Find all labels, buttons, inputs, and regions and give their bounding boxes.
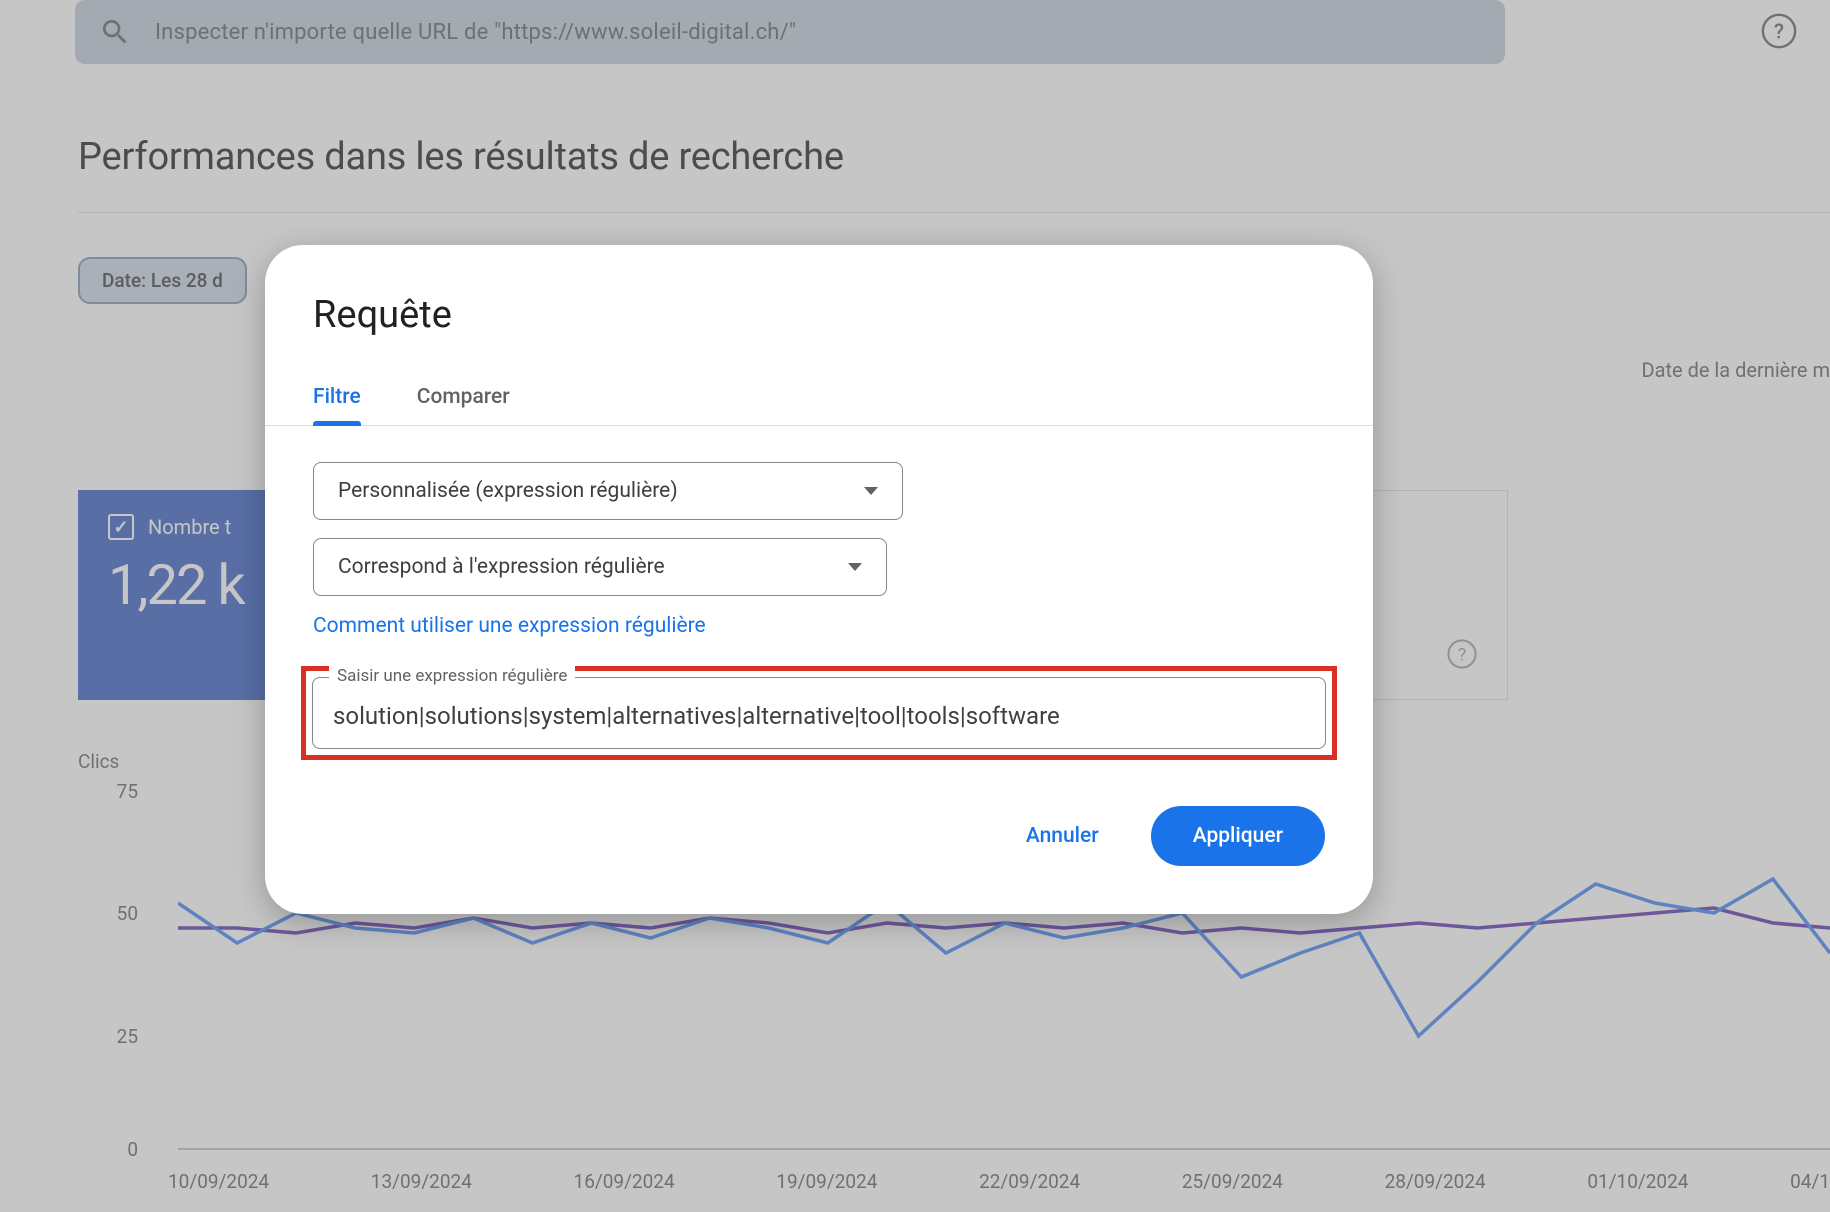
dropdown-label: Correspond à l'expression régulière xyxy=(338,555,665,579)
tab-filter[interactable]: Filtre xyxy=(313,385,361,425)
modal-title: Requête xyxy=(265,245,1373,337)
tab-compare[interactable]: Comparer xyxy=(417,385,510,425)
match-type-dropdown[interactable]: Correspond à l'expression régulière xyxy=(313,538,887,596)
regex-help-link[interactable]: Comment utiliser une expression régulièr… xyxy=(313,614,1325,638)
modal-actions: Annuler Appliquer xyxy=(265,796,1373,914)
filter-type-dropdown[interactable]: Personnalisée (expression régulière) xyxy=(313,462,903,520)
regex-input-highlight: Saisir une expression régulière xyxy=(301,666,1337,760)
regex-input[interactable] xyxy=(333,702,1305,730)
dropdown-label: Personnalisée (expression régulière) xyxy=(338,479,678,503)
cancel-button[interactable]: Annuler xyxy=(1002,812,1123,860)
chevron-down-icon xyxy=(848,563,862,571)
regex-input-label: Saisir une expression régulière xyxy=(329,666,575,686)
modal-tabs: Filtre Comparer xyxy=(265,337,1373,426)
chevron-down-icon xyxy=(864,487,878,495)
apply-button[interactable]: Appliquer xyxy=(1151,806,1325,866)
query-filter-modal: Requête Filtre Comparer Personnalisée (e… xyxy=(265,245,1373,914)
regex-input-container: Saisir une expression régulière xyxy=(312,677,1326,749)
